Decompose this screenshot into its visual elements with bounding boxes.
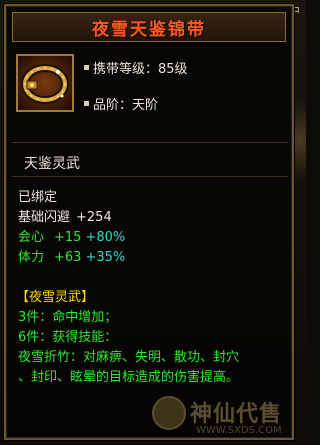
stat-row: 基础闪避 +254 <box>18 206 112 225</box>
bound-status: 已绑定 <box>18 190 58 205</box>
item-tooltip: 夜雪天鉴锦带 携带等级：85级 品阶：天阶 天鉴灵武 已绑定 基础闪避 +254 … <box>4 4 294 440</box>
stat-value: +254 <box>76 210 112 225</box>
bullet-icon <box>84 65 89 70</box>
stat-row: 会心 +15 +80% <box>18 226 125 245</box>
title-bar: 夜雪天鉴锦带 <box>12 12 286 42</box>
watermark-text: 神仙代售 <box>190 402 283 427</box>
item-subtitle: 天鉴灵武 <box>24 156 80 172</box>
watermark-logo-icon <box>152 396 186 430</box>
set-bonus-3: 3件：命中增加； <box>18 310 118 325</box>
set-skill-line-2: 、封印、眩晕的目标造成的伤害提高。 <box>18 370 240 385</box>
divider <box>12 176 288 177</box>
stat-value: +63 <box>54 250 82 265</box>
carry-level: 携带等级：85级 <box>93 62 188 77</box>
grade-row: 品阶：天阶 <box>84 94 158 113</box>
item-title: 夜雪天鉴锦带 <box>92 19 206 40</box>
stat-percent: +35% <box>85 250 126 265</box>
set-skill-line-1: 夜雪折竹：对麻痹、失明、散功、封穴 <box>18 350 240 365</box>
watermark-url: WWW.SXDS.COM <box>196 425 282 436</box>
stat-percent: +80% <box>85 230 126 245</box>
stat-name: 体力 <box>18 250 45 265</box>
divider <box>12 142 288 143</box>
belt-graphic <box>21 64 69 104</box>
watermark: 神仙代售 WWW.SXDS.COM <box>152 396 302 442</box>
item-grade: 品阶：天阶 <box>93 98 159 113</box>
stat-name: 会心 <box>18 230 45 245</box>
jeweled-belt-icon[interactable] <box>16 54 74 112</box>
stat-name: 基础闪避 <box>18 210 71 225</box>
stat-row: 体力 +63 +35% <box>18 246 125 265</box>
carry-level-row: 携带等级：85级 <box>84 58 188 77</box>
set-bonus-6: 6件：获得技能： <box>18 330 118 345</box>
set-name: 【夜雪灵武】 <box>16 290 95 305</box>
bullet-icon <box>84 101 89 106</box>
stat-value: +15 <box>54 230 82 245</box>
